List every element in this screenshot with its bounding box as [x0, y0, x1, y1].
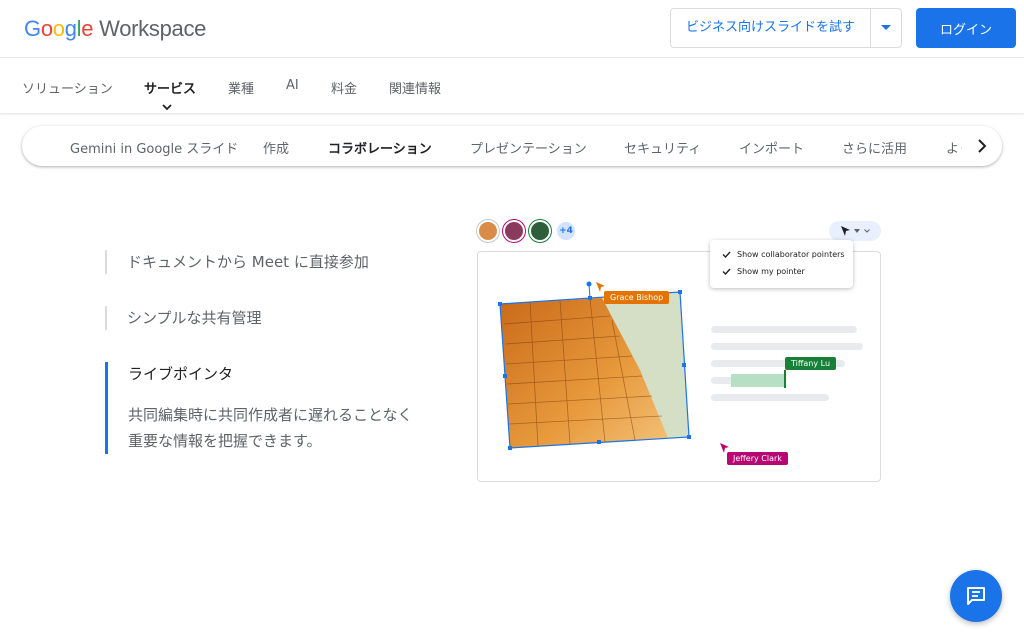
- top-header: Google Workspace ビジネス向けスライドを試す ログイン: [0, 0, 1024, 58]
- chevron-right-icon[interactable]: [962, 126, 1002, 166]
- subnav-item-presentation[interactable]: プレゼンテーション: [470, 138, 587, 157]
- pointer-label-grace: Grace Bishop: [604, 291, 670, 304]
- feature-description: 共同編集時に共同作成者に遅れることなく重要な情報を把握できます。: [128, 406, 413, 450]
- logo-letter: o: [52, 16, 65, 41]
- check-icon: [722, 251, 731, 258]
- subnav-item-more[interactable]: さらに活用: [842, 138, 907, 157]
- subnav-item-import[interactable]: インポート: [739, 138, 804, 157]
- selected-building-image[interactable]: [490, 280, 700, 455]
- avatar: [503, 220, 525, 242]
- text-line: [711, 343, 863, 350]
- feature-title: シンプルな共有管理: [127, 309, 262, 327]
- text-line: [711, 326, 857, 333]
- pointer-toggle: [829, 221, 881, 241]
- main-nav: ソリューション サービス 業種 AI 料金 関連情報: [0, 58, 1024, 114]
- subnav-item-collaboration[interactable]: コラボレーション: [328, 138, 432, 157]
- subnav-item-create[interactable]: 作成: [263, 138, 289, 157]
- cursor-icon: [840, 226, 850, 236]
- text-line: [711, 394, 829, 401]
- nav-item-industries[interactable]: 業種: [228, 78, 254, 97]
- avatar: [529, 220, 551, 242]
- dropdown-caret-icon[interactable]: [871, 8, 901, 48]
- logo-letter: o: [40, 16, 53, 41]
- menu-item-label: Show collaborator pointers: [737, 250, 845, 259]
- try-slides-label[interactable]: ビジネス向けスライドを試す: [671, 8, 871, 48]
- feature-title: ドキュメントから Meet に直接参加: [127, 253, 369, 271]
- logo-letter: e: [81, 16, 94, 41]
- subnav-item-gemini[interactable]: Gemini in Google スライド: [70, 138, 238, 157]
- subnav-item-security[interactable]: セキュリティ: [624, 138, 701, 157]
- feature-live-pointer[interactable]: ライブポインタ 共同編集時に共同作成者に遅れることなく重要な情報を把握できます。: [105, 362, 418, 454]
- pointer-label-tiffany: Tiffany Lu: [785, 357, 837, 370]
- more-collaborators-badge: +4: [555, 220, 577, 242]
- menu-item-show-collaborator-pointers[interactable]: Show collaborator pointers: [722, 250, 845, 259]
- collaborator-avatars: +4: [477, 220, 581, 242]
- nav-item-pricing[interactable]: 料金: [331, 78, 357, 97]
- nav-item-ai[interactable]: AI: [286, 78, 299, 93]
- feature-meet[interactable]: ドキュメントから Meet に直接参加: [105, 250, 369, 274]
- google-workspace-logo[interactable]: Google Workspace: [24, 16, 206, 42]
- try-slides-button[interactable]: ビジネス向けスライドを試す: [670, 8, 902, 48]
- feature-subnav: Gemini in Google スライド 作成 コラボレーション プレゼンテー…: [22, 126, 1002, 166]
- menu-item-label: Show my pointer: [737, 267, 805, 276]
- chat-feedback-icon: [967, 587, 985, 605]
- logo-letter: G: [24, 16, 41, 41]
- pointer-label-jeffery: Jeffery Clark: [727, 452, 788, 465]
- chevron-down-icon: [162, 96, 172, 115]
- chevron-down-icon: [863, 229, 870, 233]
- nav-item-solutions[interactable]: ソリューション: [22, 78, 113, 97]
- caret-down-icon: [853, 229, 860, 233]
- grace-cursor-icon: [596, 282, 605, 292]
- pointer-options-menu: Show collaborator pointers Show my point…: [710, 240, 853, 288]
- feature-title: ライブポインタ: [128, 365, 234, 383]
- nav-item-services[interactable]: サービス: [144, 78, 196, 97]
- avatar: [477, 220, 499, 242]
- logo-letter: g: [64, 16, 77, 41]
- feature-sharing[interactable]: シンプルな共有管理: [105, 306, 262, 330]
- chat-feedback-button[interactable]: [950, 570, 1002, 622]
- text-caret: [784, 370, 786, 388]
- menu-item-show-my-pointer[interactable]: Show my pointer: [722, 267, 805, 276]
- nav-item-resources[interactable]: 関連情報: [389, 78, 441, 97]
- check-icon: [722, 268, 731, 275]
- text-selection-highlight: [731, 374, 785, 387]
- login-button[interactable]: ログイン: [916, 8, 1016, 48]
- logo-workspace-text: Workspace: [99, 16, 207, 41]
